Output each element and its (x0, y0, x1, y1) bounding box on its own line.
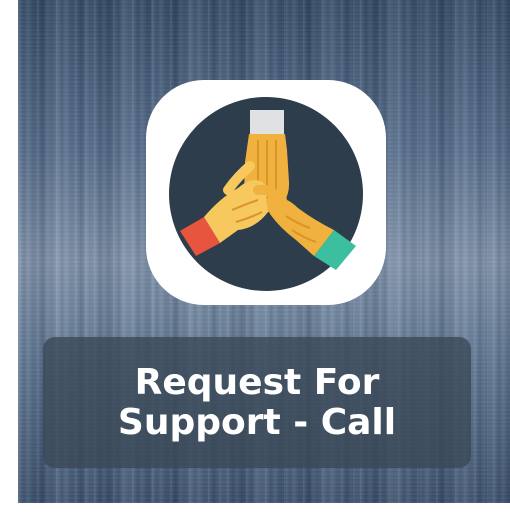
hands-together-icon[interactable] (146, 80, 386, 305)
app-label: Request For Support - Call (117, 362, 397, 443)
app-label-background[interactable]: Request For Support - Call (43, 337, 471, 468)
home-screen-shortcut[interactable]: Request For Support - Call (18, 0, 510, 503)
